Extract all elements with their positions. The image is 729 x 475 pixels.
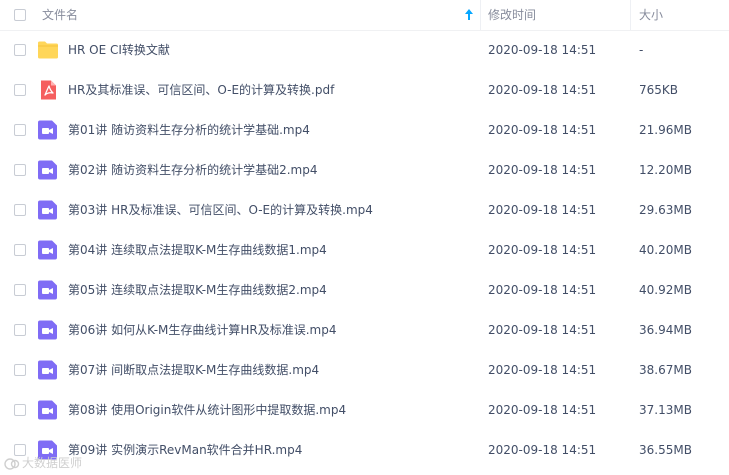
file-row[interactable]: 第08讲 使用Origin软件从统计图形中提取数据.mp4 2020-09-18 … [0, 390, 729, 430]
video-icon [37, 320, 59, 340]
file-select-checkbox[interactable] [14, 284, 26, 296]
file-name[interactable]: 第08讲 使用Origin软件从统计图形中提取数据.mp4 [68, 390, 346, 430]
file-row[interactable]: 第04讲 连续取点法提取K-M生存曲线数据1.mp4 2020-09-18 14:… [0, 230, 729, 270]
file-name[interactable]: 第02讲 随访资料生存分析的统计学基础2.mp4 [68, 150, 317, 190]
watermark-text: 大数据医师 [22, 456, 83, 470]
file-size: 40.92MB [639, 283, 692, 297]
file-name[interactable]: 第05讲 连续取点法提取K-M生存曲线数据2.mp4 [68, 270, 327, 310]
file-modified-time: 2020-09-18 14:51 [488, 83, 597, 97]
file-name[interactable]: 第09讲 实例演示RevMan软件合并HR.mp4 [68, 430, 302, 470]
file-row[interactable]: 第07讲 间断取点法提取K-M生存曲线数据.mp4 2020-09-18 14:5… [0, 350, 729, 390]
file-select-checkbox[interactable] [14, 124, 26, 136]
file-modified-time: 2020-09-18 14:51 [488, 203, 597, 217]
file-size: 36.94MB [639, 323, 692, 337]
file-modified-time: 2020-09-18 14:51 [488, 243, 597, 257]
file-select-checkbox[interactable] [14, 164, 26, 176]
file-modified-time: 2020-09-18 14:51 [488, 123, 597, 137]
file-row[interactable]: 第02讲 随访资料生存分析的统计学基础2.mp4 2020-09-18 14:51… [0, 150, 729, 190]
column-divider[interactable] [630, 0, 631, 30]
video-icon [37, 400, 59, 420]
file-select-checkbox[interactable] [14, 44, 26, 56]
sort-ascending-icon[interactable] [464, 8, 474, 21]
file-modified-time: 2020-09-18 14:51 [488, 443, 597, 457]
select-all-checkbox[interactable] [14, 9, 26, 21]
file-name[interactable]: 第01讲 随访资料生存分析的统计学基础.mp4 [68, 110, 310, 150]
file-modified-time: 2020-09-18 14:51 [488, 363, 597, 377]
file-row[interactable]: 第03讲 HR及标准误、可信区间、O-E的计算及转换.mp4 2020-09-18… [0, 190, 729, 230]
file-list-header: 文件名 修改时间 大小 [0, 0, 729, 31]
watermark-logo-icon [4, 457, 20, 470]
file-modified-time: 2020-09-18 14:51 [488, 283, 597, 297]
file-modified-time: 2020-09-18 14:51 [488, 403, 597, 417]
video-icon [37, 280, 59, 300]
file-size: 40.20MB [639, 243, 692, 257]
file-select-checkbox[interactable] [14, 244, 26, 256]
file-modified-time: 2020-09-18 14:51 [488, 43, 597, 57]
file-modified-time: 2020-09-18 14:51 [488, 323, 597, 337]
folder-icon [37, 40, 59, 60]
file-select-checkbox[interactable] [14, 84, 26, 96]
file-select-checkbox[interactable] [14, 404, 26, 416]
file-row[interactable]: HR及其标准误、可信区间、O-E的计算及转换.pdf 2020-09-18 14:… [0, 70, 729, 110]
file-size: 38.67MB [639, 363, 692, 377]
file-size: 765KB [639, 83, 679, 97]
file-row[interactable]: 第09讲 实例演示RevMan软件合并HR.mp4 2020-09-18 14:5… [0, 430, 729, 470]
file-name[interactable]: HR及其标准误、可信区间、O-E的计算及转换.pdf [68, 70, 334, 110]
file-size: - [639, 43, 644, 57]
file-size: 36.55MB [639, 443, 692, 457]
file-name[interactable]: 第06讲 如何从K-M生存曲线计算HR及标准误.mp4 [68, 310, 337, 350]
file-size: 12.20MB [639, 163, 692, 177]
file-row[interactable]: 第05讲 连续取点法提取K-M生存曲线数据2.mp4 2020-09-18 14:… [0, 270, 729, 310]
file-row[interactable]: 第01讲 随访资料生存分析的统计学基础.mp4 2020-09-18 14:51 2… [0, 110, 729, 150]
video-icon [37, 360, 59, 380]
file-select-checkbox[interactable] [14, 204, 26, 216]
file-name[interactable]: 第07讲 间断取点法提取K-M生存曲线数据.mp4 [68, 350, 319, 390]
column-header-modified[interactable]: 修改时间 [488, 0, 536, 30]
file-name[interactable]: 第04讲 连续取点法提取K-M生存曲线数据1.mp4 [68, 230, 327, 270]
file-row[interactable]: 第06讲 如何从K-M生存曲线计算HR及标准误.mp4 2020-09-18 14… [0, 310, 729, 350]
column-header-size[interactable]: 大小 [639, 0, 663, 30]
video-icon [37, 240, 59, 260]
video-icon [37, 200, 59, 220]
column-divider[interactable] [480, 0, 481, 30]
file-modified-time: 2020-09-18 14:51 [488, 163, 597, 177]
file-size: 29.63MB [639, 203, 692, 217]
file-name[interactable]: 第03讲 HR及标准误、可信区间、O-E的计算及转换.mp4 [68, 190, 373, 230]
file-select-checkbox[interactable] [14, 364, 26, 376]
file-select-checkbox[interactable] [14, 324, 26, 336]
column-header-name[interactable]: 文件名 [42, 0, 78, 30]
file-row[interactable]: HR OE CI转换文献 2020-09-18 14:51 - [0, 30, 729, 70]
file-size: 21.96MB [639, 123, 692, 137]
video-icon [37, 120, 59, 140]
file-name[interactable]: HR OE CI转换文献 [68, 30, 170, 70]
watermark: 大数据医师 [4, 453, 82, 473]
video-icon [37, 160, 59, 180]
file-size: 37.13MB [639, 403, 692, 417]
pdf-icon [37, 80, 59, 100]
